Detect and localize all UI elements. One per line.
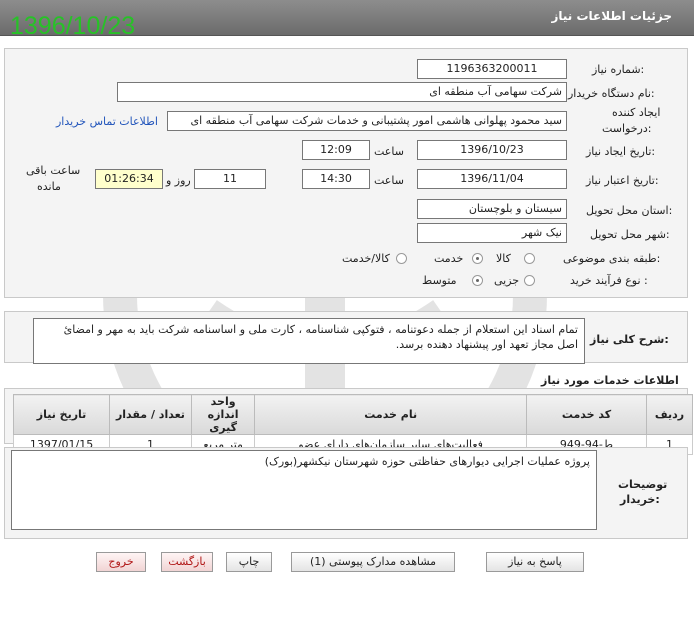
validity-date-field: 1396/11/04 xyxy=(417,169,567,189)
creator-label-line1: ایجاد کننده xyxy=(612,106,661,119)
category-radio-goods[interactable] xyxy=(524,253,535,264)
back-button[interactable]: بازگشت xyxy=(161,552,213,572)
process-option-minor: جزیی xyxy=(494,274,520,287)
announce-time-label: ساعت xyxy=(374,145,404,158)
services-title: اطلاعات خدمات مورد نیاز xyxy=(541,374,679,387)
buyer-org-field: شرکت سهامی آب منطقه ای xyxy=(117,82,567,102)
services-table: تاریخ نیاز تعداد / مقدار واحد اندازه گیر… xyxy=(12,394,693,455)
city-label: شهر محل تحویل: xyxy=(590,228,670,241)
reply-button[interactable]: پاسخ به نیاز xyxy=(486,552,584,572)
exit-button[interactable]: خروج xyxy=(96,552,146,572)
city-field: نیک شهر xyxy=(417,223,567,243)
category-option-goods: کالا xyxy=(496,252,511,265)
validity-time-label: ساعت xyxy=(374,174,404,187)
validity-time-field: 14:30 xyxy=(302,169,370,189)
description-label: شرح کلی نیاز: xyxy=(590,333,669,346)
category-label: طبقه بندی موضوعی: xyxy=(563,252,661,265)
col-need-date: تاریخ نیاز xyxy=(12,394,111,435)
buyer-notes-label-line1: توضیحات xyxy=(618,478,668,491)
province-field: سیستان و بلوچستان xyxy=(417,199,567,219)
process-radio-medium[interactable] xyxy=(472,275,483,286)
remaining-days-field: 11 xyxy=(194,169,266,189)
process-label: نوع فرآیند خرید : xyxy=(570,274,648,287)
category-option-service: خدمت xyxy=(434,252,464,265)
stamp-date: 1396/10/23 xyxy=(10,12,136,40)
services-header-row: تاریخ نیاز تعداد / مقدار واحد اندازه گیر… xyxy=(12,394,693,435)
buyer-notes-label-line2: خریدار: xyxy=(620,493,660,506)
process-option-medium: متوسط xyxy=(422,274,457,287)
attachments-button[interactable]: مشاهده مدارک پیوستی (1) xyxy=(291,552,455,572)
buyer-notes-text: پروژه عملیات اجرایی دیوارهای حفاظتی حوزه… xyxy=(11,450,597,530)
remaining-time-label-line1: ساعت باقی xyxy=(26,164,81,177)
province-label: استان محل تحویل: xyxy=(586,204,673,217)
col-unit: واحد اندازه گیری xyxy=(190,394,256,435)
remaining-days-label: روز و xyxy=(166,174,191,187)
need-number-field: 1196363200011 xyxy=(417,59,567,79)
validity-label: تاریخ اعتبار نیاز: xyxy=(586,174,659,187)
need-number-label: شماره نیاز: xyxy=(592,63,645,76)
col-row-index: ردیف xyxy=(646,394,693,435)
category-radio-service[interactable] xyxy=(472,253,483,264)
creator-label-line2: درخواست: xyxy=(602,122,652,135)
category-option-goods-service: کالا/خدمت xyxy=(342,252,390,265)
print-button[interactable]: چاپ xyxy=(226,552,272,572)
process-radio-minor[interactable] xyxy=(524,275,535,286)
announce-time-field: 12:09 xyxy=(302,140,370,160)
remaining-time-label-line2: مانده xyxy=(37,180,61,193)
page-title: جزئیات اطلاعات نیاز xyxy=(551,9,672,23)
category-radio-goods-service[interactable] xyxy=(396,253,407,264)
creator-field: سید محمود پهلوانی هاشمی امور پشتیبانی و … xyxy=(167,111,567,131)
description-text: تمام اسناد این استعلام از جمله دعوتنامه … xyxy=(33,318,585,364)
col-service-code: کد خدمت xyxy=(525,394,648,435)
announce-date-field: 1396/10/23 xyxy=(417,140,567,160)
col-service-name: نام خدمت xyxy=(254,394,527,435)
buyer-org-label: نام دستگاه خریدار: xyxy=(568,87,655,100)
announce-date-label: تاریخ ایجاد نیاز: xyxy=(586,145,656,158)
col-quantity: تعداد / مقدار xyxy=(109,394,192,435)
remaining-time-field: 01:26:34 xyxy=(95,169,163,189)
buyer-contact-link[interactable]: اطلاعات تماس خریدار xyxy=(56,115,158,128)
